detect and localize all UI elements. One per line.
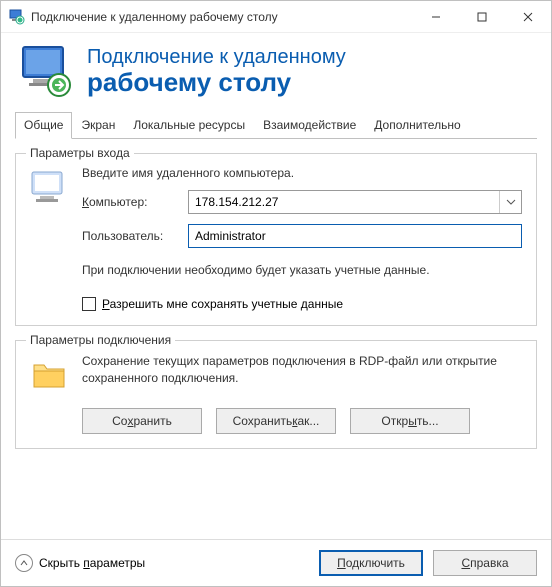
titlebar: Подключение к удаленному рабочему столу <box>1 1 551 33</box>
tab-experience[interactable]: Взаимодействие <box>254 112 365 139</box>
login-fieldset: Параметры входа Введите имя удаленного к… <box>15 153 537 326</box>
tabs: Общие Экран Локальные ресурсы Взаимодейс… <box>15 111 537 139</box>
close-button[interactable] <box>505 1 551 33</box>
rdp-header-icon <box>19 43 75 99</box>
open-button[interactable]: Открыть... <box>350 408 470 434</box>
help-button[interactable]: Справка <box>433 550 537 576</box>
tab-general[interactable]: Общие <box>15 112 72 139</box>
login-fields: Введите имя удаленного компьютера. Компь… <box>82 166 522 311</box>
login-legend: Параметры входа <box>26 146 134 160</box>
minimize-button[interactable] <box>413 1 459 33</box>
save-creds-checkbox[interactable] <box>82 297 96 311</box>
connection-legend: Параметры подключения <box>26 333 175 347</box>
login-instruction: Введите имя удаленного компьютера. <box>82 166 522 180</box>
login-hint: При подключении необходимо будет указать… <box>82 262 522 279</box>
maximize-button[interactable] <box>459 1 505 33</box>
footer: Скрыть параметры Подключить Справка <box>1 539 551 586</box>
chevron-down-icon[interactable] <box>499 191 521 213</box>
titlebar-title: Подключение к удаленному рабочему столу <box>31 10 413 24</box>
chevron-up-icon <box>15 554 33 572</box>
computer-icon <box>30 166 70 311</box>
app-icon <box>9 9 25 25</box>
connection-buttons: Сохранить Сохранить как... Открыть... <box>82 408 522 434</box>
user-input[interactable] <box>188 224 522 248</box>
tab-content: Параметры входа Введите имя удаленного к… <box>1 139 551 539</box>
folder-icon <box>30 353 70 398</box>
save-button[interactable]: Сохранить <box>82 408 202 434</box>
rdp-window: Подключение к удаленному рабочему столу <box>0 0 552 587</box>
save-creds-label: Разрешить мне сохранять учетные данные <box>102 297 343 311</box>
computer-label: Компьютер: <box>82 195 180 209</box>
connect-button[interactable]: Подключить <box>319 550 423 576</box>
user-label: Пользователь: <box>82 229 180 243</box>
tab-screen[interactable]: Экран <box>72 112 124 139</box>
connection-fieldset: Параметры подключения Сохранение текущих… <box>15 340 537 449</box>
header-line1: Подключение к удаленному <box>87 46 346 68</box>
header-line2: рабочему столу <box>87 68 346 97</box>
header-text: Подключение к удаленному рабочему столу <box>87 46 346 97</box>
hide-options[interactable]: Скрыть параметры <box>15 554 319 572</box>
save-creds-row: Разрешить мне сохранять учетные данные <box>82 297 522 311</box>
header-banner: Подключение к удаленному рабочему столу <box>1 33 551 111</box>
save-as-button[interactable]: Сохранить как... <box>216 408 336 434</box>
titlebar-controls <box>413 1 551 32</box>
computer-combo[interactable] <box>188 190 522 214</box>
connection-text: Сохранение текущих параметров подключени… <box>82 353 522 398</box>
computer-input[interactable] <box>189 191 499 213</box>
footer-buttons: Подключить Справка <box>319 550 537 576</box>
hide-options-label: Скрыть параметры <box>39 556 145 570</box>
tab-local-resources[interactable]: Локальные ресурсы <box>124 112 254 139</box>
tab-advanced[interactable]: Дополнительно <box>365 112 469 139</box>
